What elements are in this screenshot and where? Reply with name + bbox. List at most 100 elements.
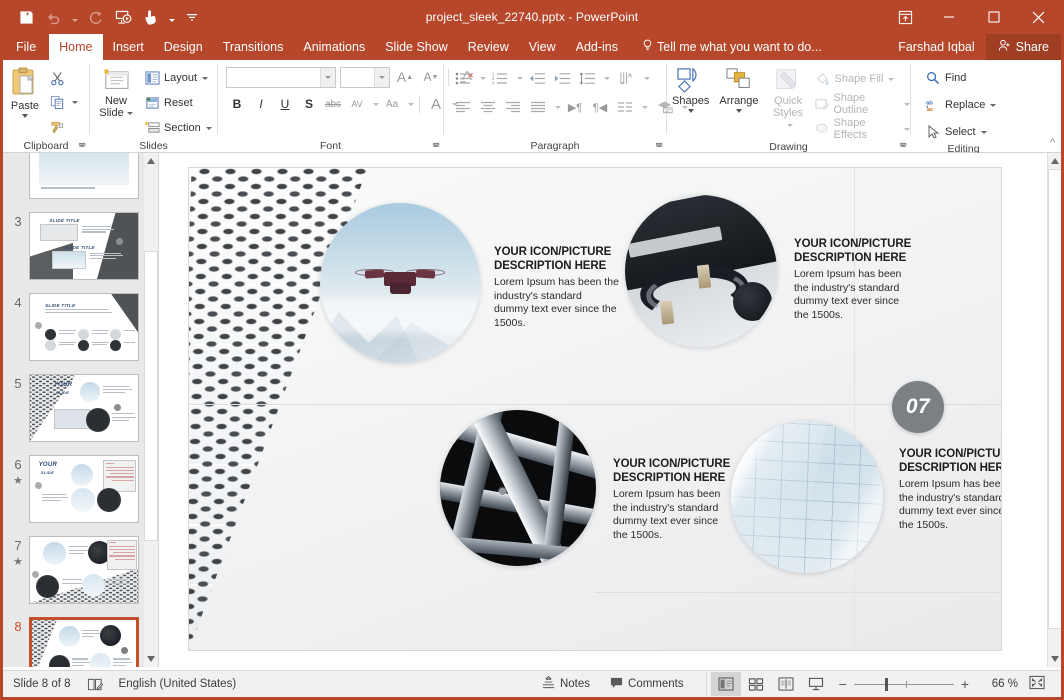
text-direction-dropdown-icon[interactable] bbox=[644, 76, 650, 80]
paste-dropdown-icon[interactable] bbox=[22, 114, 28, 118]
thumbnail-scroll-thumb[interactable] bbox=[144, 251, 158, 541]
scroll-down-button[interactable] bbox=[1048, 651, 1061, 667]
align-left-icon[interactable] bbox=[452, 96, 474, 118]
numbering-icon[interactable]: 123 bbox=[489, 67, 511, 89]
bullets-dropdown-icon[interactable] bbox=[480, 76, 486, 80]
new-slide-button[interactable]: New Slide bbox=[90, 63, 142, 119]
select-button[interactable]: Select bbox=[923, 121, 987, 143]
slide-show-view-button[interactable] bbox=[801, 672, 831, 696]
font-dialog-launcher[interactable]: ◚ bbox=[432, 142, 440, 151]
zoom-level-label[interactable]: 66 % bbox=[976, 678, 1018, 690]
align-right-icon[interactable] bbox=[502, 96, 524, 118]
customize-quick-access-toolbar-icon[interactable] bbox=[179, 5, 205, 29]
text-shadow-button[interactable]: S bbox=[298, 93, 320, 115]
decrease-font-size-button[interactable]: A ▼ bbox=[420, 66, 442, 88]
shape-effects-dropdown-icon[interactable] bbox=[904, 127, 910, 131]
normal-view-button[interactable] bbox=[710, 672, 741, 696]
touch-mode-dropdown-icon[interactable] bbox=[166, 5, 177, 29]
picture-circle-glass[interactable] bbox=[731, 421, 883, 573]
undo-dropdown-icon[interactable] bbox=[69, 5, 80, 29]
quick-styles-dropdown-icon[interactable] bbox=[786, 123, 793, 127]
collapse-ribbon-button[interactable]: ^ bbox=[1050, 137, 1055, 149]
font-size-dropdown-icon[interactable] bbox=[374, 67, 389, 87]
paragraph-dialog-launcher[interactable]: ◚ bbox=[655, 142, 663, 151]
zoom-slider[interactable] bbox=[853, 677, 954, 691]
shape-fill-dropdown-icon[interactable] bbox=[888, 77, 895, 81]
columns-icon[interactable] bbox=[614, 96, 636, 118]
touch-icon[interactable] bbox=[138, 5, 164, 29]
thumbnail-preview[interactable]: YOUR SLIDE bbox=[29, 374, 139, 442]
maximize-button[interactable] bbox=[971, 0, 1016, 34]
select-dropdown-icon[interactable] bbox=[980, 130, 987, 134]
shapes-button[interactable]: Shapes bbox=[667, 65, 714, 113]
slide-canvas[interactable]: YOUR ICON/PICTURE DESCRIPTION HERE Lorem … bbox=[189, 168, 1001, 650]
rtl-text-direction-icon[interactable]: ¶◀ bbox=[589, 96, 611, 118]
comments-button[interactable]: Comments bbox=[600, 671, 694, 698]
reading-view-button[interactable] bbox=[771, 672, 801, 696]
tab-insert[interactable]: Insert bbox=[103, 34, 154, 60]
tab-transitions[interactable]: Transitions bbox=[213, 34, 294, 60]
layout-button[interactable]: Layout bbox=[142, 67, 212, 89]
copy-dropdown-icon[interactable] bbox=[72, 100, 78, 104]
underline-button[interactable]: U bbox=[274, 93, 296, 115]
font-size-input[interactable] bbox=[340, 66, 390, 88]
line-spacing-icon[interactable] bbox=[576, 67, 598, 89]
tab-review[interactable]: Review bbox=[458, 34, 519, 60]
slide-counter[interactable]: Slide 8 of 8 bbox=[3, 671, 81, 698]
slide-area-scrollbar[interactable] bbox=[1047, 153, 1061, 667]
bold-button[interactable]: B bbox=[226, 93, 248, 115]
numbering-dropdown-icon[interactable] bbox=[517, 76, 523, 80]
redo-icon[interactable] bbox=[82, 5, 108, 29]
text-direction-icon[interactable]: A bbox=[616, 67, 638, 89]
tab-view[interactable]: View bbox=[519, 34, 566, 60]
paste-button[interactable]: Paste bbox=[3, 63, 47, 118]
tell-me-search[interactable]: Tell me what you want to do... bbox=[628, 34, 832, 60]
language-indicator[interactable]: English (United States) bbox=[109, 671, 247, 698]
increase-indent-icon[interactable] bbox=[551, 67, 573, 89]
thumbnail-preview[interactable] bbox=[29, 153, 139, 199]
strikethrough-button[interactable]: abc bbox=[322, 93, 344, 115]
fit-slide-to-window-icon[interactable] bbox=[1025, 675, 1053, 693]
slideshow-icon[interactable] bbox=[110, 5, 136, 29]
thumbnail-preview[interactable]: SLIDE TITLE SLIDE TITLE bbox=[29, 212, 139, 280]
close-button[interactable] bbox=[1016, 0, 1061, 34]
zoom-out-button[interactable]: − bbox=[839, 676, 847, 692]
tab-slide-show[interactable]: Slide Show bbox=[375, 34, 458, 60]
picture-circle-beams[interactable] bbox=[440, 410, 596, 566]
arrange-button[interactable]: Arrange bbox=[714, 65, 763, 113]
ltr-text-direction-icon[interactable]: ▶¶ bbox=[564, 96, 586, 118]
cut-button[interactable] bbox=[47, 67, 78, 89]
zoom-in-button[interactable]: + bbox=[961, 676, 969, 692]
tab-design[interactable]: Design bbox=[154, 34, 213, 60]
increase-font-size-button[interactable]: A ▲ bbox=[394, 66, 416, 88]
copy-button[interactable] bbox=[47, 91, 78, 113]
tab-animations[interactable]: Animations bbox=[293, 34, 375, 60]
find-button[interactable]: Find bbox=[923, 67, 966, 89]
tab-add-ins[interactable]: Add-ins bbox=[566, 34, 628, 60]
picture-circle-headphones[interactable] bbox=[625, 195, 777, 347]
minimize-button[interactable] bbox=[926, 0, 971, 34]
shape-effects-button[interactable]: Shape Effects bbox=[813, 117, 910, 141]
font-name-input[interactable] bbox=[226, 66, 336, 88]
italic-button[interactable]: I bbox=[250, 93, 272, 115]
thumbnail-preview-selected[interactable] bbox=[29, 617, 139, 667]
section-dropdown-icon[interactable] bbox=[205, 126, 212, 130]
thumbnail-slide-2[interactable]: 2 bbox=[3, 153, 158, 206]
character-spacing-dropdown-icon[interactable] bbox=[373, 102, 379, 106]
shape-fill-button[interactable]: Shape Fill bbox=[813, 68, 910, 90]
decrease-indent-icon[interactable] bbox=[526, 67, 548, 89]
thumbnail-preview[interactable]: YOUR SLIDE bbox=[29, 455, 139, 523]
thumbnail-slide-8[interactable]: 8 bbox=[3, 611, 158, 667]
character-spacing-button[interactable]: AV bbox=[346, 93, 368, 115]
scroll-up-button[interactable] bbox=[1048, 153, 1061, 169]
shape-outline-button[interactable]: Shape Outline bbox=[813, 92, 910, 116]
align-center-icon[interactable] bbox=[477, 96, 499, 118]
columns-dropdown-icon[interactable] bbox=[555, 105, 561, 109]
new-slide-dropdown-icon[interactable] bbox=[126, 111, 133, 115]
line-spacing-dropdown-icon[interactable] bbox=[604, 76, 610, 80]
change-case-button[interactable]: Aa bbox=[381, 93, 403, 115]
account-name[interactable]: Farshad Iqbal bbox=[889, 34, 983, 60]
reset-button[interactable]: Reset bbox=[142, 92, 212, 114]
format-painter-button[interactable] bbox=[47, 115, 78, 137]
font-name-dropdown-icon[interactable] bbox=[320, 67, 335, 87]
